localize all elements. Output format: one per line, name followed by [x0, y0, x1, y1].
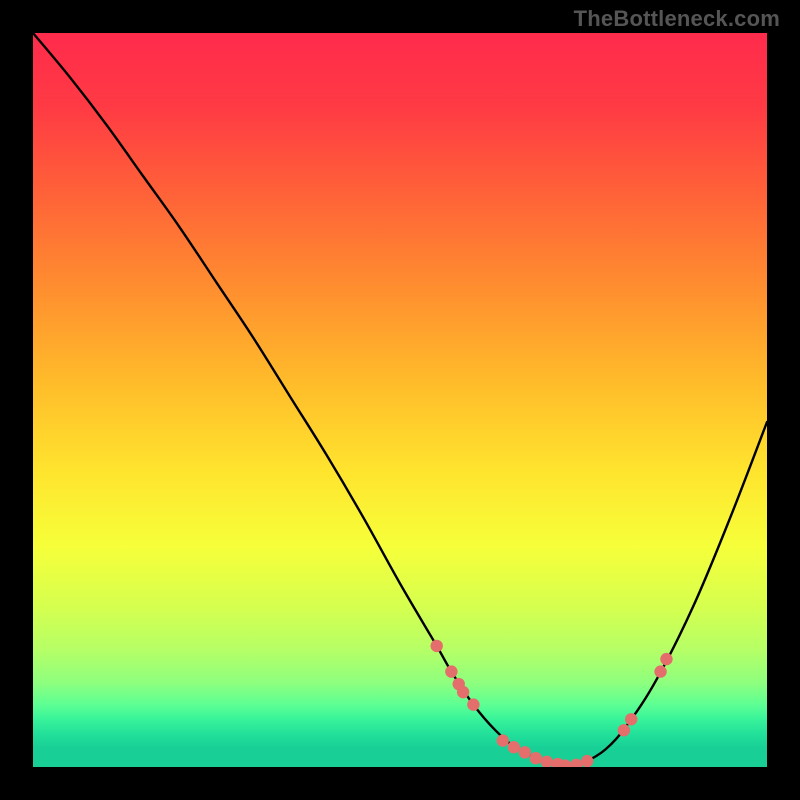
curve-marker [467, 698, 479, 710]
curve-marker [497, 734, 509, 746]
curve-marker [581, 755, 593, 767]
curve-marker [654, 665, 666, 677]
curve-marker [457, 686, 469, 698]
curve-marker [519, 746, 531, 758]
curve-marker [530, 752, 542, 764]
curve-marker [660, 653, 672, 665]
curve-layer [33, 33, 767, 767]
curve-marker [570, 759, 582, 767]
curve-marker [618, 724, 630, 736]
curve-marker [431, 640, 443, 652]
curve-marker [625, 713, 637, 725]
curve-marker [445, 665, 457, 677]
curve-markers [431, 640, 673, 767]
watermark-text: TheBottleneck.com [574, 6, 780, 32]
curve-marker [508, 741, 520, 753]
chart-stage: TheBottleneck.com [0, 0, 800, 800]
plot-area [33, 33, 767, 767]
curve-marker [541, 756, 553, 767]
bottleneck-curve [33, 33, 767, 766]
